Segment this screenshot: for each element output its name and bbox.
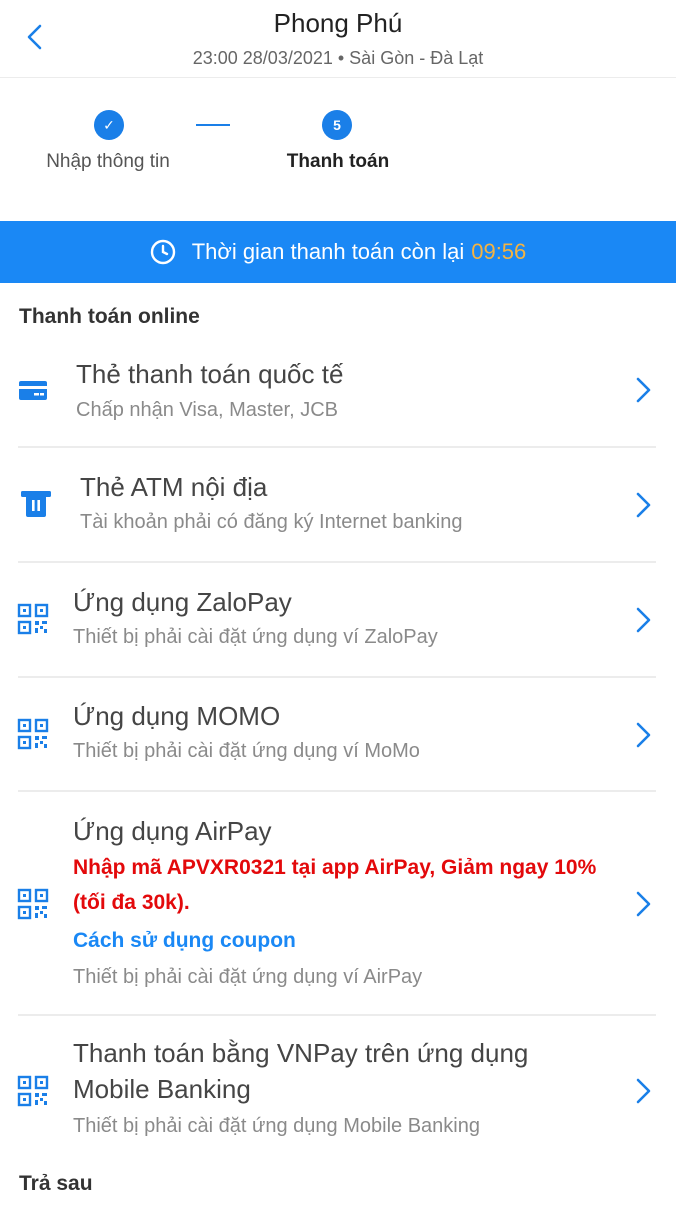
payment-method-atm-card[interactable]: Thẻ ATM nội địa Tài khoản phải có đăng k… <box>0 448 676 563</box>
header: Phong Phú 23:00 28/03/2021 • Sài Gòn - Đ… <box>0 0 676 78</box>
qr-code-icon <box>17 888 49 920</box>
method-subtitle: Chấp nhận Visa, Master, JCB <box>76 399 338 421</box>
section-title-pay-later: Trả sau <box>19 1172 93 1195</box>
method-subtitle: Thiết bị phải cài đặt ứng dụng ví MoMo <box>73 740 420 762</box>
method-title-cont: Mobile Banking <box>73 1074 251 1104</box>
chevron-right-icon <box>636 891 651 917</box>
method-title: Ứng dụng MOMO <box>73 701 281 731</box>
chevron-right-icon <box>636 1078 651 1104</box>
countdown-label: Thời gian thanh toán còn lại <box>191 239 465 264</box>
method-title: Ứng dụng AirPay <box>73 816 272 846</box>
atm-card-icon <box>21 491 51 517</box>
progress-stepper: ✓ 5 Nhập thông tin Thanh toán <box>0 78 676 221</box>
payment-countdown-banner: Thời gian thanh toán còn lại 09:56 <box>0 221 676 283</box>
clock-icon <box>150 239 175 265</box>
qr-code-icon <box>17 718 49 750</box>
method-subtitle: Tài khoản phải có đăng ký Internet banki… <box>80 511 463 533</box>
coupon-help-link[interactable]: Cách sử dụng coupon <box>73 929 296 953</box>
method-subtitle: Thiết bị phải cài đặt ứng dụng ví ZaloPa… <box>73 626 438 648</box>
method-subtitle: Thiết bị phải cài đặt ứng dụng ví AirPay <box>73 966 423 988</box>
chevron-right-icon <box>636 377 651 403</box>
step-active-number: 5 <box>322 110 352 140</box>
payment-method-international-card[interactable]: Thẻ thanh toán quốc tế Chấp nhận Visa, M… <box>0 340 676 448</box>
payment-method-momo[interactable]: Ứng dụng MOMO Thiết bị phải cài đặt ứng … <box>0 678 676 792</box>
method-subtitle: Thiết bị phải cài đặt ứng dụng Mobile Ba… <box>73 1115 480 1137</box>
promo-text-cont: (tối đa 30k). <box>73 891 190 914</box>
chevron-right-icon <box>636 492 651 518</box>
step-label-info: Nhập thông tin <box>46 151 170 172</box>
qr-code-icon <box>17 1075 49 1107</box>
page-title: Phong Phú <box>273 8 403 38</box>
trip-info: 23:00 28/03/2021 • Sài Gòn - Đà Lạt <box>192 48 484 68</box>
section-title-online: Thanh toán online <box>19 305 200 328</box>
step-done-check-icon: ✓ <box>94 110 124 140</box>
payment-method-airpay[interactable]: Ứng dụng AirPay Nhập mã APVXR0321 tại ap… <box>0 792 676 1016</box>
qr-code-icon <box>17 603 49 635</box>
promo-text: Nhập mã APVXR0321 tại app AirPay, Giảm n… <box>73 856 597 879</box>
method-title: Thanh toán bằng VNPay trên ứng dụng <box>73 1038 529 1068</box>
chevron-right-icon <box>636 722 651 748</box>
method-title: Ứng dụng ZaloPay <box>73 587 292 617</box>
step-connector <box>196 124 230 126</box>
method-title: Thẻ ATM nội địa <box>80 472 268 502</box>
step-label-payment: Thanh toán <box>286 151 390 172</box>
credit-card-icon <box>19 381 47 400</box>
payment-method-zalopay[interactable]: Ứng dụng ZaloPay Thiết bị phải cài đặt ứ… <box>0 563 676 678</box>
payment-method-vnpay[interactable]: Thanh toán bằng VNPay trên ứng dụng Mobi… <box>0 1016 676 1158</box>
countdown-time: 09:56 <box>471 239 527 264</box>
method-title: Thẻ thanh toán quốc tế <box>76 359 344 389</box>
chevron-right-icon <box>636 607 651 633</box>
